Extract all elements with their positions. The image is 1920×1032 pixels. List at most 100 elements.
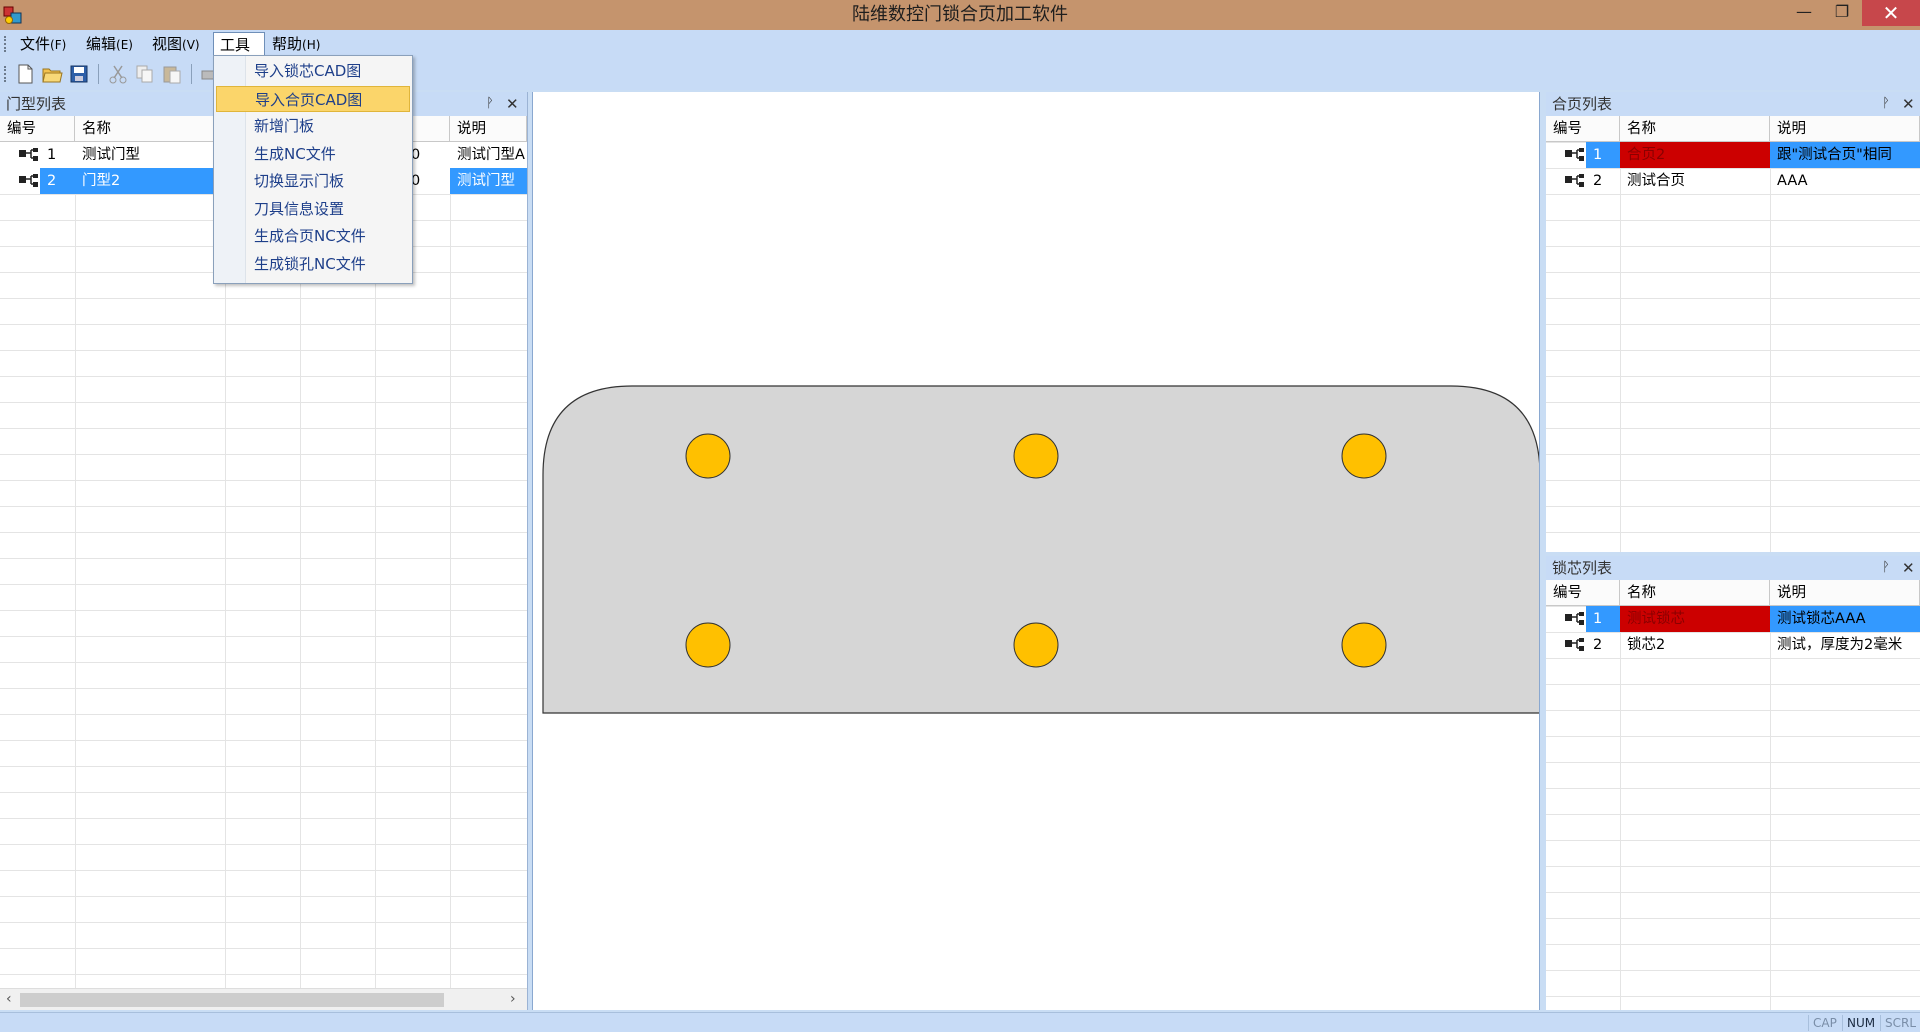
lock-list-title: 锁芯列表 [1552,559,1613,577]
hole-circle [685,622,731,668]
tools-dropdown-menu: 导入锁芯CAD图 导入合页CAD图 新增门板 生成NC文件 切换显示门板 刀具信… [213,55,413,284]
lock-list-header: 锁芯列表 ᚹ ✕ [1546,556,1920,580]
menu-item-add-door[interactable]: 新增门板 [216,113,410,139]
pin-icon[interactable]: ᚹ [1882,92,1890,116]
close-window-button[interactable]: ✕ [1862,0,1920,26]
hinge-list-title: 合页列表 [1552,95,1613,113]
cell-id: 2 [40,168,75,194]
column-header-id[interactable]: 编号 [1546,580,1620,606]
paste-icon[interactable] [161,63,183,85]
door-list-title: 门型列表 [6,95,67,113]
menu-view-accel: (V) [182,38,200,52]
table-row-selected[interactable]: 1 合页2 跟"测试合页"相同 [1546,142,1920,168]
window-title: 陆维数控门锁合页加工软件 [852,4,1068,25]
lock-list-pane: 锁芯列表 ᚹ ✕ 编号 名称 说明 1 测试锁芯 测试锁芯AAA 2 锁芯2 测… [1546,556,1920,1010]
row-tree-icon [1564,173,1586,189]
menu-edit-label: 编辑 [86,35,117,53]
door-plate-drawing [542,385,1541,714]
hinge-list-pane: 合页列表 ᚹ ✕ 编号 名称 说明 1 合页2 跟"测试合页"相同 2 测试合页… [1546,92,1920,552]
status-num: NUM [1842,1015,1879,1031]
menu-view[interactable]: 视图(V) [146,32,206,56]
table-row[interactable]: 2 测试合页 AAA [1546,168,1920,194]
cell-name: 测试合页 [1627,173,1685,189]
cell-desc: AAA [1777,173,1808,189]
column-header-id[interactable]: 编号 [1546,116,1620,142]
menu-item-generate-hinge-nc[interactable]: 生成合页NC文件 [216,223,410,249]
menu-item-import-lock-cad[interactable]: 导入锁芯CAD图 [216,58,410,84]
pin-icon[interactable]: ᚹ [486,92,494,116]
cell-id: 1 [47,147,57,163]
row-tree-icon [1564,147,1586,163]
open-folder-icon[interactable] [41,63,63,85]
cell-name: 门型2 [75,168,225,194]
restore-button[interactable]: ❐ [1824,0,1860,26]
toolbar-grip-icon[interactable] [4,66,7,82]
status-scrl: SCRL [1880,1015,1920,1031]
scroll-left-icon[interactable]: ‹ [6,991,12,1007]
minimize-button[interactable]: — [1786,0,1822,26]
row-tree-icon [18,147,40,163]
menu-edit-accel: (E) [116,38,133,52]
scrollbar-thumb[interactable] [20,993,444,1007]
hole-circle [1013,433,1059,479]
menu-item-generate-lockhole-nc[interactable]: 生成锁孔NC文件 [216,251,410,277]
menu-file-accel: (F) [50,38,67,52]
menu-item-toggle-door-display[interactable]: 切换显示门板 [216,168,410,194]
toolbar-separator [98,64,99,84]
menu-help[interactable]: 帮助(H) [266,32,326,56]
menu-file-label: 文件 [20,35,51,53]
hole-circle [1341,622,1387,668]
cell-desc: 跟"测试合页"相同 [1770,142,1920,168]
menu-bar: 文件(F) 编辑(E) 视图(V) 工具 帮助(H) [0,30,1920,58]
cut-icon[interactable] [107,63,129,85]
menu-item-generate-nc[interactable]: 生成NC文件 [216,141,410,167]
row-tree-icon [18,173,40,189]
hinge-list-grid: 编号 名称 说明 1 合页2 跟"测试合页"相同 2 测试合页 AAA [1546,116,1920,552]
hole-circle [1013,622,1059,668]
new-file-icon[interactable] [14,63,36,85]
save-icon[interactable] [68,63,90,85]
cell-name: 合页2 [1620,142,1770,168]
column-header-name[interactable]: 名称 [1620,116,1770,142]
menu-item-import-hinge-cad[interactable]: 导入合页CAD图 [216,86,410,112]
status-bar: CAP NUM SCRL [0,1012,1920,1032]
table-row[interactable]: 2 锁芯2 测试，厚度为2毫米 [1546,632,1920,658]
hinge-list-header: 合页列表 ᚹ ✕ [1546,92,1920,116]
menubar-grip-icon[interactable] [4,36,7,52]
row-tree-icon [1564,611,1586,627]
close-pane-icon[interactable]: ✕ [1902,556,1915,580]
hole-circle [685,433,731,479]
column-header-desc[interactable]: 说明 [450,116,527,142]
close-pane-icon[interactable]: ✕ [506,92,519,116]
horizontal-scrollbar[interactable]: ‹ › [0,988,527,1010]
column-header-desc[interactable]: 说明 [1770,580,1920,606]
hole-circle [1341,433,1387,479]
door-drawing-canvas[interactable] [532,92,1541,1010]
close-pane-icon[interactable]: ✕ [1902,92,1915,116]
column-header-id[interactable]: 编号 [0,116,75,142]
pin-icon[interactable]: ᚹ [1882,556,1890,580]
cell-name: 锁芯2 [1627,637,1666,653]
row-tree-icon [1564,637,1586,653]
table-row-selected[interactable]: 1 测试锁芯 测试锁芯AAA [1546,606,1920,632]
lock-list-grid: 编号 名称 说明 1 测试锁芯 测试锁芯AAA 2 锁芯2 测试，厚度为2毫米 [1546,580,1920,1010]
cell-desc: 测试锁芯AAA [1770,606,1920,632]
copy-icon[interactable] [134,63,156,85]
cell-desc: 测试，厚度为2毫米 [1777,637,1903,653]
column-header-name[interactable]: 名称 [75,116,225,142]
cell-name: 测试门型 [82,147,140,163]
menu-file[interactable]: 文件(F) [14,32,72,56]
menu-item-tool-settings[interactable]: 刀具信息设置 [216,196,410,222]
scroll-right-icon[interactable]: › [510,991,516,1007]
menu-help-label: 帮助 [272,35,303,53]
menu-edit[interactable]: 编辑(E) [80,32,139,56]
cell-desc: 测试门型A [457,147,525,163]
toolbar-separator [191,64,192,84]
cell-id: 2 [1593,637,1603,653]
status-cap: CAP [1808,1015,1841,1031]
menu-view-label: 视图 [152,35,183,53]
column-header-name[interactable]: 名称 [1620,580,1770,606]
cell-id: 1 [1586,606,1620,632]
cell-name: 测试锁芯 [1620,606,1770,632]
column-header-desc[interactable]: 说明 [1770,116,1920,142]
